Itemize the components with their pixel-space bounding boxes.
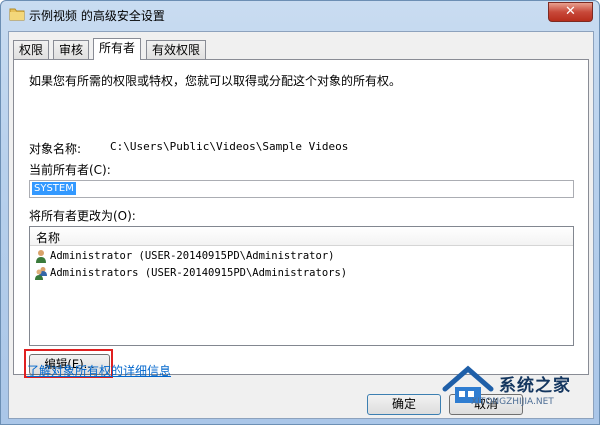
- current-owner-field[interactable]: SYSTEM: [29, 180, 574, 198]
- tab-effective-permissions[interactable]: 有效权限: [146, 40, 207, 59]
- site-watermark: 系统之家 XITONGZHIJIA.NET: [441, 361, 599, 424]
- watermark-text: 系统之家: [499, 376, 571, 396]
- list-item-label: Administrator (USER-20140915PD\Administr…: [50, 250, 335, 262]
- window-title: 示例视频 的高级安全设置: [29, 9, 165, 23]
- change-owner-label: 将所有者更改为(O):: [29, 209, 136, 223]
- user-icon: [36, 250, 46, 263]
- object-name-label: 对象名称:: [29, 142, 82, 156]
- owner-list[interactable]: 名称 Administrator (USER-20140915PD\Admini…: [29, 226, 574, 346]
- close-button[interactable]: ✕: [548, 2, 593, 22]
- list-item-label: Administrators (USER-20140915PD\Administ…: [50, 267, 348, 279]
- security-settings-window: 示例视频 的高级安全设置 ✕ 权限 审核 所有者 有效权限 如果您有所需的权限或…: [0, 0, 600, 425]
- current-owner-value: SYSTEM: [32, 182, 76, 195]
- column-header-label: 名称: [36, 231, 61, 245]
- title-bar[interactable]: 示例视频 的高级安全设置 ✕: [1, 1, 599, 29]
- name-column-header[interactable]: 名称: [30, 227, 573, 246]
- tab-permissions[interactable]: 权限: [13, 40, 50, 59]
- tab-owner[interactable]: 所有者: [93, 38, 142, 60]
- ok-button[interactable]: 确定: [367, 394, 441, 415]
- close-icon: ✕: [565, 4, 576, 19]
- tab-auditing[interactable]: 审核: [53, 40, 90, 59]
- folder-icon: [9, 8, 25, 21]
- description-text: 如果您有所需的权限或特权，您就可以取得或分配这个对象的所有权。: [29, 74, 402, 88]
- learn-more-link[interactable]: 了解对象所有权的详细信息: [27, 362, 171, 379]
- object-name-value: C:\Users\Public\Videos\Sample Videos: [110, 140, 349, 153]
- group-icon: [35, 267, 47, 280]
- watermark-url: XITONGZHIJIA.NET: [471, 397, 554, 407]
- current-owner-label: 当前所有者(C):: [29, 163, 111, 177]
- owner-panel: 如果您有所需的权限或特权，您就可以取得或分配这个对象的所有权。 对象名称: C:…: [13, 59, 589, 378]
